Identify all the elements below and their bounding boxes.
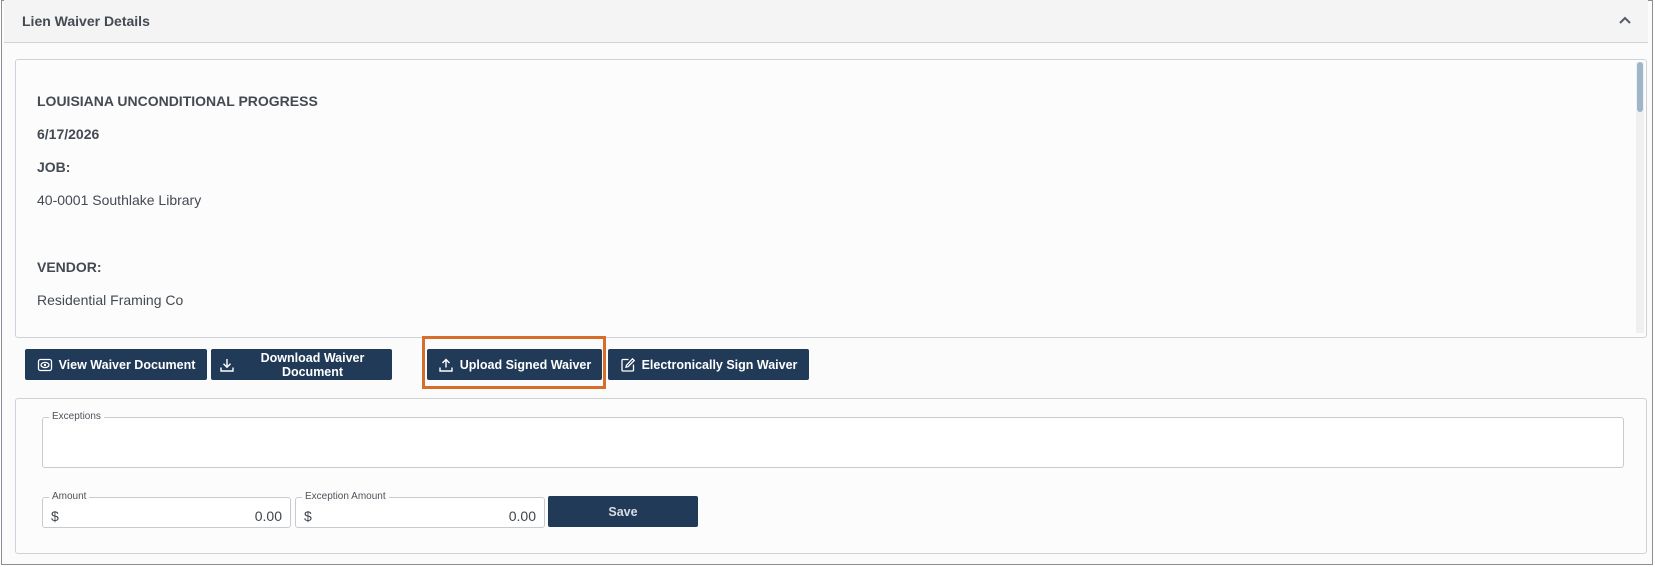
amount-currency-symbol: $ — [51, 508, 59, 524]
exception-amount-currency-symbol: $ — [304, 508, 312, 524]
save-button[interactable]: Save — [548, 496, 698, 527]
panel-title: Lien Waiver Details — [22, 13, 150, 29]
electronically-sign-waiver-button[interactable]: Electronically Sign Waiver — [608, 349, 809, 380]
edit-icon — [620, 357, 635, 372]
waiver-date: 6/17/2026 — [37, 126, 100, 142]
exception-amount-field[interactable]: Exception Amount $ — [295, 490, 545, 530]
amount-field[interactable]: Amount $ — [42, 490, 291, 530]
job-value: 40-0001 Southlake Library — [37, 192, 202, 208]
download-waiver-label: Download Waiver Document — [260, 350, 365, 379]
exceptions-field[interactable]: Exceptions — [42, 410, 1627, 471]
document-scrollbar[interactable] — [1636, 62, 1644, 333]
chevron-up-icon[interactable] — [1616, 12, 1634, 30]
download-icon — [220, 358, 234, 372]
eye-icon — [37, 358, 52, 371]
vendor-label: VENDOR: — [37, 259, 102, 275]
exception-amount-input[interactable] — [318, 502, 538, 530]
waiver-form: Exceptions Amount $ Exception Amount $ — [15, 398, 1647, 554]
exceptions-input[interactable] — [43, 418, 1627, 471]
job-label: JOB: — [37, 159, 71, 175]
scroll-thumb[interactable] — [1637, 62, 1643, 112]
amount-input[interactable] — [65, 502, 284, 530]
electronically-sign-label: Electronically Sign Waiver — [641, 357, 798, 372]
view-waiver-label: View Waiver Document — [58, 357, 196, 372]
waiver-heading: LOUISIANA UNCONDITIONAL PROGRESS — [37, 93, 318, 109]
vendor-value: Residential Framing Co — [37, 292, 184, 308]
view-waiver-document-button[interactable]: View Waiver Document — [25, 349, 207, 380]
waiver-document-preview: LOUISIANA UNCONDITIONAL PROGRESS 6/17/20… — [15, 59, 1647, 338]
panel-header[interactable]: Lien Waiver Details — [4, 0, 1648, 43]
upload-button-highlight — [422, 336, 606, 389]
download-waiver-document-button[interactable]: Download Waiver Document — [211, 349, 392, 380]
